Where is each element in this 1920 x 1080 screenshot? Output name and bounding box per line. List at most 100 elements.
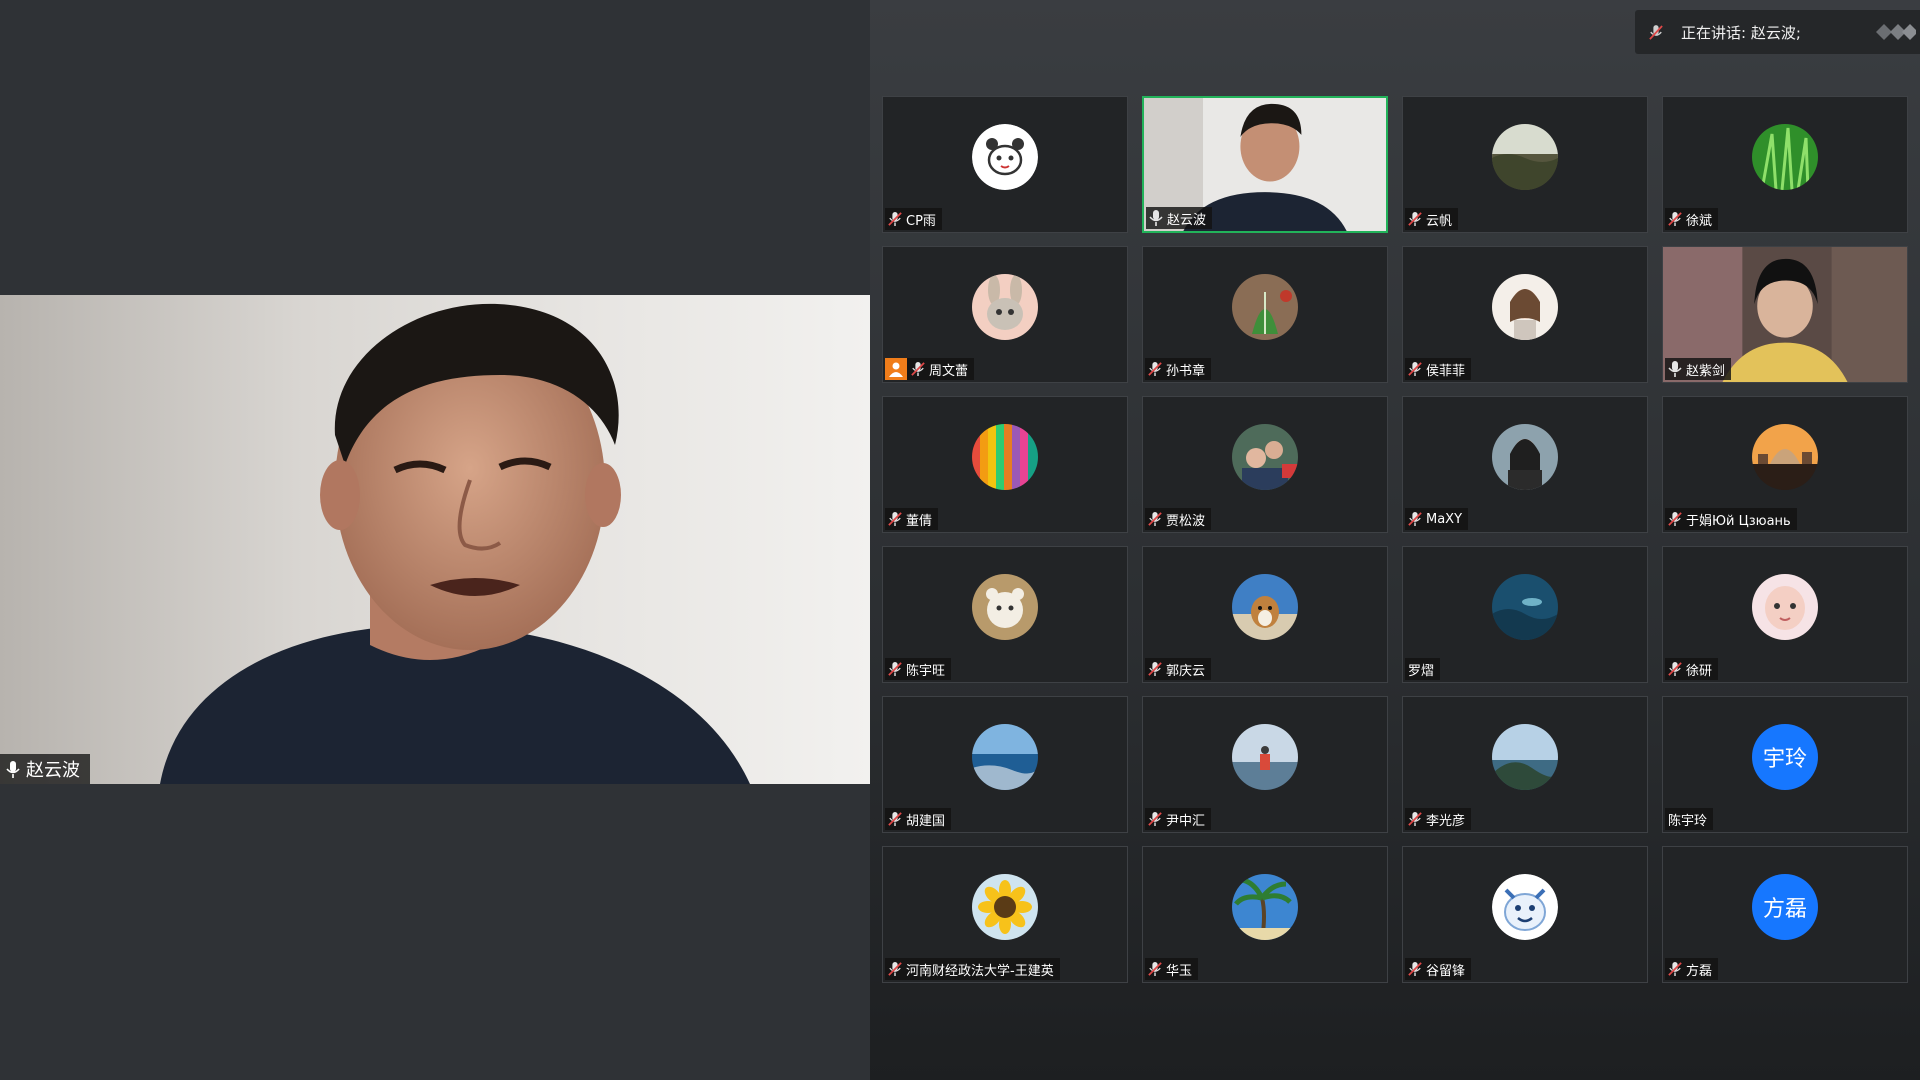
participant-name: 赵云波 — [1167, 212, 1207, 228]
participant-tile[interactable]: 侯菲菲 — [1402, 246, 1648, 383]
participant-name-tag: 周文蕾 — [885, 358, 975, 380]
participant-avatar — [972, 724, 1038, 790]
participant-name: 徐斌 — [1686, 213, 1713, 229]
participant-tile[interactable]: 贾松波 — [1142, 396, 1388, 533]
participant-name-tag: 郭庆云 — [1145, 658, 1212, 680]
gallery-view: 正在讲话: 赵云波; CP雨 赵云波 云帆 徐斌周文蕾 孙书章 侯菲菲 赵紫剑董倩 贾松波 Ma… — [870, 0, 1920, 1080]
muted-microphone-icon — [1148, 811, 1162, 827]
participant-tile[interactable]: 胡建国 — [882, 696, 1128, 833]
participant-tile[interactable]: 董倩 — [882, 396, 1128, 533]
participant-tile[interactable]: 华玉 — [1142, 846, 1388, 983]
participant-name-tag: 孙书章 — [1145, 358, 1212, 380]
participant-name: 谷留锋 — [1426, 963, 1466, 979]
participant-name-tag: 徐斌 — [1665, 208, 1719, 230]
participant-name-tag: 陈宇玲 — [1665, 808, 1714, 830]
participant-name: 河南财经政法大学-王建英 — [906, 963, 1054, 979]
participant-name: 罗熠 — [1408, 663, 1435, 679]
participant-tile[interactable]: 徐斌 — [1662, 96, 1908, 233]
participant-name: 陈宇玲 — [1668, 813, 1708, 829]
muted-microphone-icon — [888, 961, 902, 977]
participant-name: 云帆 — [1426, 213, 1453, 229]
participant-tile[interactable]: 李光彦 — [1402, 696, 1648, 833]
muted-microphone-icon — [1148, 361, 1162, 377]
participant-avatar — [1492, 424, 1558, 490]
participant-name: 李光彦 — [1426, 813, 1466, 829]
participant-name-tag: 赵紫剑 — [1665, 358, 1732, 380]
participant-tile[interactable]: 云帆 — [1402, 96, 1648, 233]
participant-tile[interactable]: 尹中汇 — [1142, 696, 1388, 833]
participant-avatar — [1492, 124, 1558, 190]
microphone-icon — [1149, 210, 1163, 226]
muted-microphone-icon — [1649, 24, 1663, 40]
participant-tile[interactable]: 谷留锋 — [1402, 846, 1648, 983]
initials-avatar: 方磊 — [1752, 874, 1818, 940]
participant-tile[interactable]: 宇玲陈宇玲 — [1662, 696, 1908, 833]
speaker-view: 赵云波 — [0, 0, 870, 1080]
participant-avatar — [1232, 424, 1298, 490]
participant-name-tag: 方磊 — [1665, 958, 1719, 980]
participant-tile[interactable]: 方磊 方磊 — [1662, 846, 1908, 983]
participant-name: MaXY — [1426, 511, 1463, 527]
participant-name-tag: 罗熠 — [1405, 658, 1441, 680]
diamond-decoration-icon — [1876, 24, 1916, 40]
participant-name-tag: 侯菲菲 — [1405, 358, 1472, 380]
speaking-indicator: 正在讲话: 赵云波; — [1635, 10, 1920, 54]
participant-tile[interactable]: 陈宇旺 — [882, 546, 1128, 683]
participant-name-tag: MaXY — [1405, 508, 1469, 530]
participant-name-tag: 胡建国 — [885, 808, 952, 830]
participant-name-tag: 董倩 — [885, 508, 939, 530]
participant-avatar — [1492, 574, 1558, 640]
muted-microphone-icon — [1408, 511, 1422, 527]
participant-name-tag: 华玉 — [1145, 958, 1199, 980]
participant-avatar — [1752, 574, 1818, 640]
muted-microphone-icon — [888, 661, 902, 677]
participant-avatar — [972, 574, 1038, 640]
muted-microphone-icon — [1148, 661, 1162, 677]
participant-name: 于娟Юй Цзюань — [1686, 513, 1791, 529]
participant-avatar — [1492, 274, 1558, 340]
initials-avatar: 宇玲 — [1752, 724, 1818, 790]
participant-avatar — [1492, 874, 1558, 940]
participant-tile[interactable]: MaXY — [1402, 396, 1648, 533]
participant-avatar — [972, 274, 1038, 340]
speaking-label: 正在讲话: 赵云波; — [1681, 23, 1801, 42]
participant-tile[interactable]: 罗熠 — [1402, 546, 1648, 683]
participant-name-tag: 谷留锋 — [1405, 958, 1472, 980]
participant-name-tag: 云帆 — [1405, 208, 1459, 230]
participant-name-tag: 赵云波 — [1146, 207, 1213, 229]
participant-tile[interactable]: 河南财经政法大学-王建英 — [882, 846, 1128, 983]
participant-avatar — [1492, 724, 1558, 790]
participant-tile[interactable]: CP雨 — [882, 96, 1128, 233]
microphone-icon — [6, 761, 20, 778]
muted-microphone-icon — [1668, 661, 1682, 677]
meeting-window: 赵云波 正在讲话: 赵云波; CP雨 赵云波 云帆 徐斌 周文蕾 孙书章 侯菲菲 赵紫剑 董倩贾… — [0, 0, 1920, 1080]
participant-tile[interactable]: 徐研 — [1662, 546, 1908, 683]
participant-tile[interactable]: 孙书章 — [1142, 246, 1388, 383]
muted-microphone-icon — [1668, 211, 1682, 227]
participant-tile[interactable]: 周文蕾 — [882, 246, 1128, 383]
speaker-video[interactable]: 赵云波 — [0, 295, 870, 784]
participant-avatar — [972, 124, 1038, 190]
participant-tile[interactable]: 于娟Юй Цзюань — [1662, 396, 1908, 533]
muted-microphone-icon — [1148, 511, 1162, 527]
participant-tile[interactable]: 赵紫剑 — [1662, 246, 1908, 383]
participant-avatar — [1232, 274, 1298, 340]
participant-name: 周文蕾 — [929, 363, 969, 379]
participant-name-tag: 尹中汇 — [1145, 808, 1212, 830]
participant-tile[interactable]: 赵云波 — [1142, 96, 1388, 233]
participant-name: 侯菲菲 — [1426, 363, 1466, 379]
participant-avatar — [1232, 874, 1298, 940]
participant-name-tag: 李光彦 — [1405, 808, 1472, 830]
muted-microphone-icon — [1408, 361, 1422, 377]
participant-avatar — [1232, 724, 1298, 790]
participant-name: 方磊 — [1686, 963, 1713, 979]
participant-name-tag: 陈宇旺 — [885, 658, 952, 680]
participant-avatar — [1752, 124, 1818, 190]
participant-tile[interactable]: 郭庆云 — [1142, 546, 1388, 683]
muted-microphone-icon — [1668, 961, 1682, 977]
participant-name: 董倩 — [906, 513, 933, 529]
microphone-icon — [1668, 361, 1682, 377]
participant-name: 徐研 — [1686, 663, 1713, 679]
participant-name-tag: 于娟Юй Цзюань — [1665, 508, 1797, 530]
muted-microphone-icon — [1148, 961, 1162, 977]
